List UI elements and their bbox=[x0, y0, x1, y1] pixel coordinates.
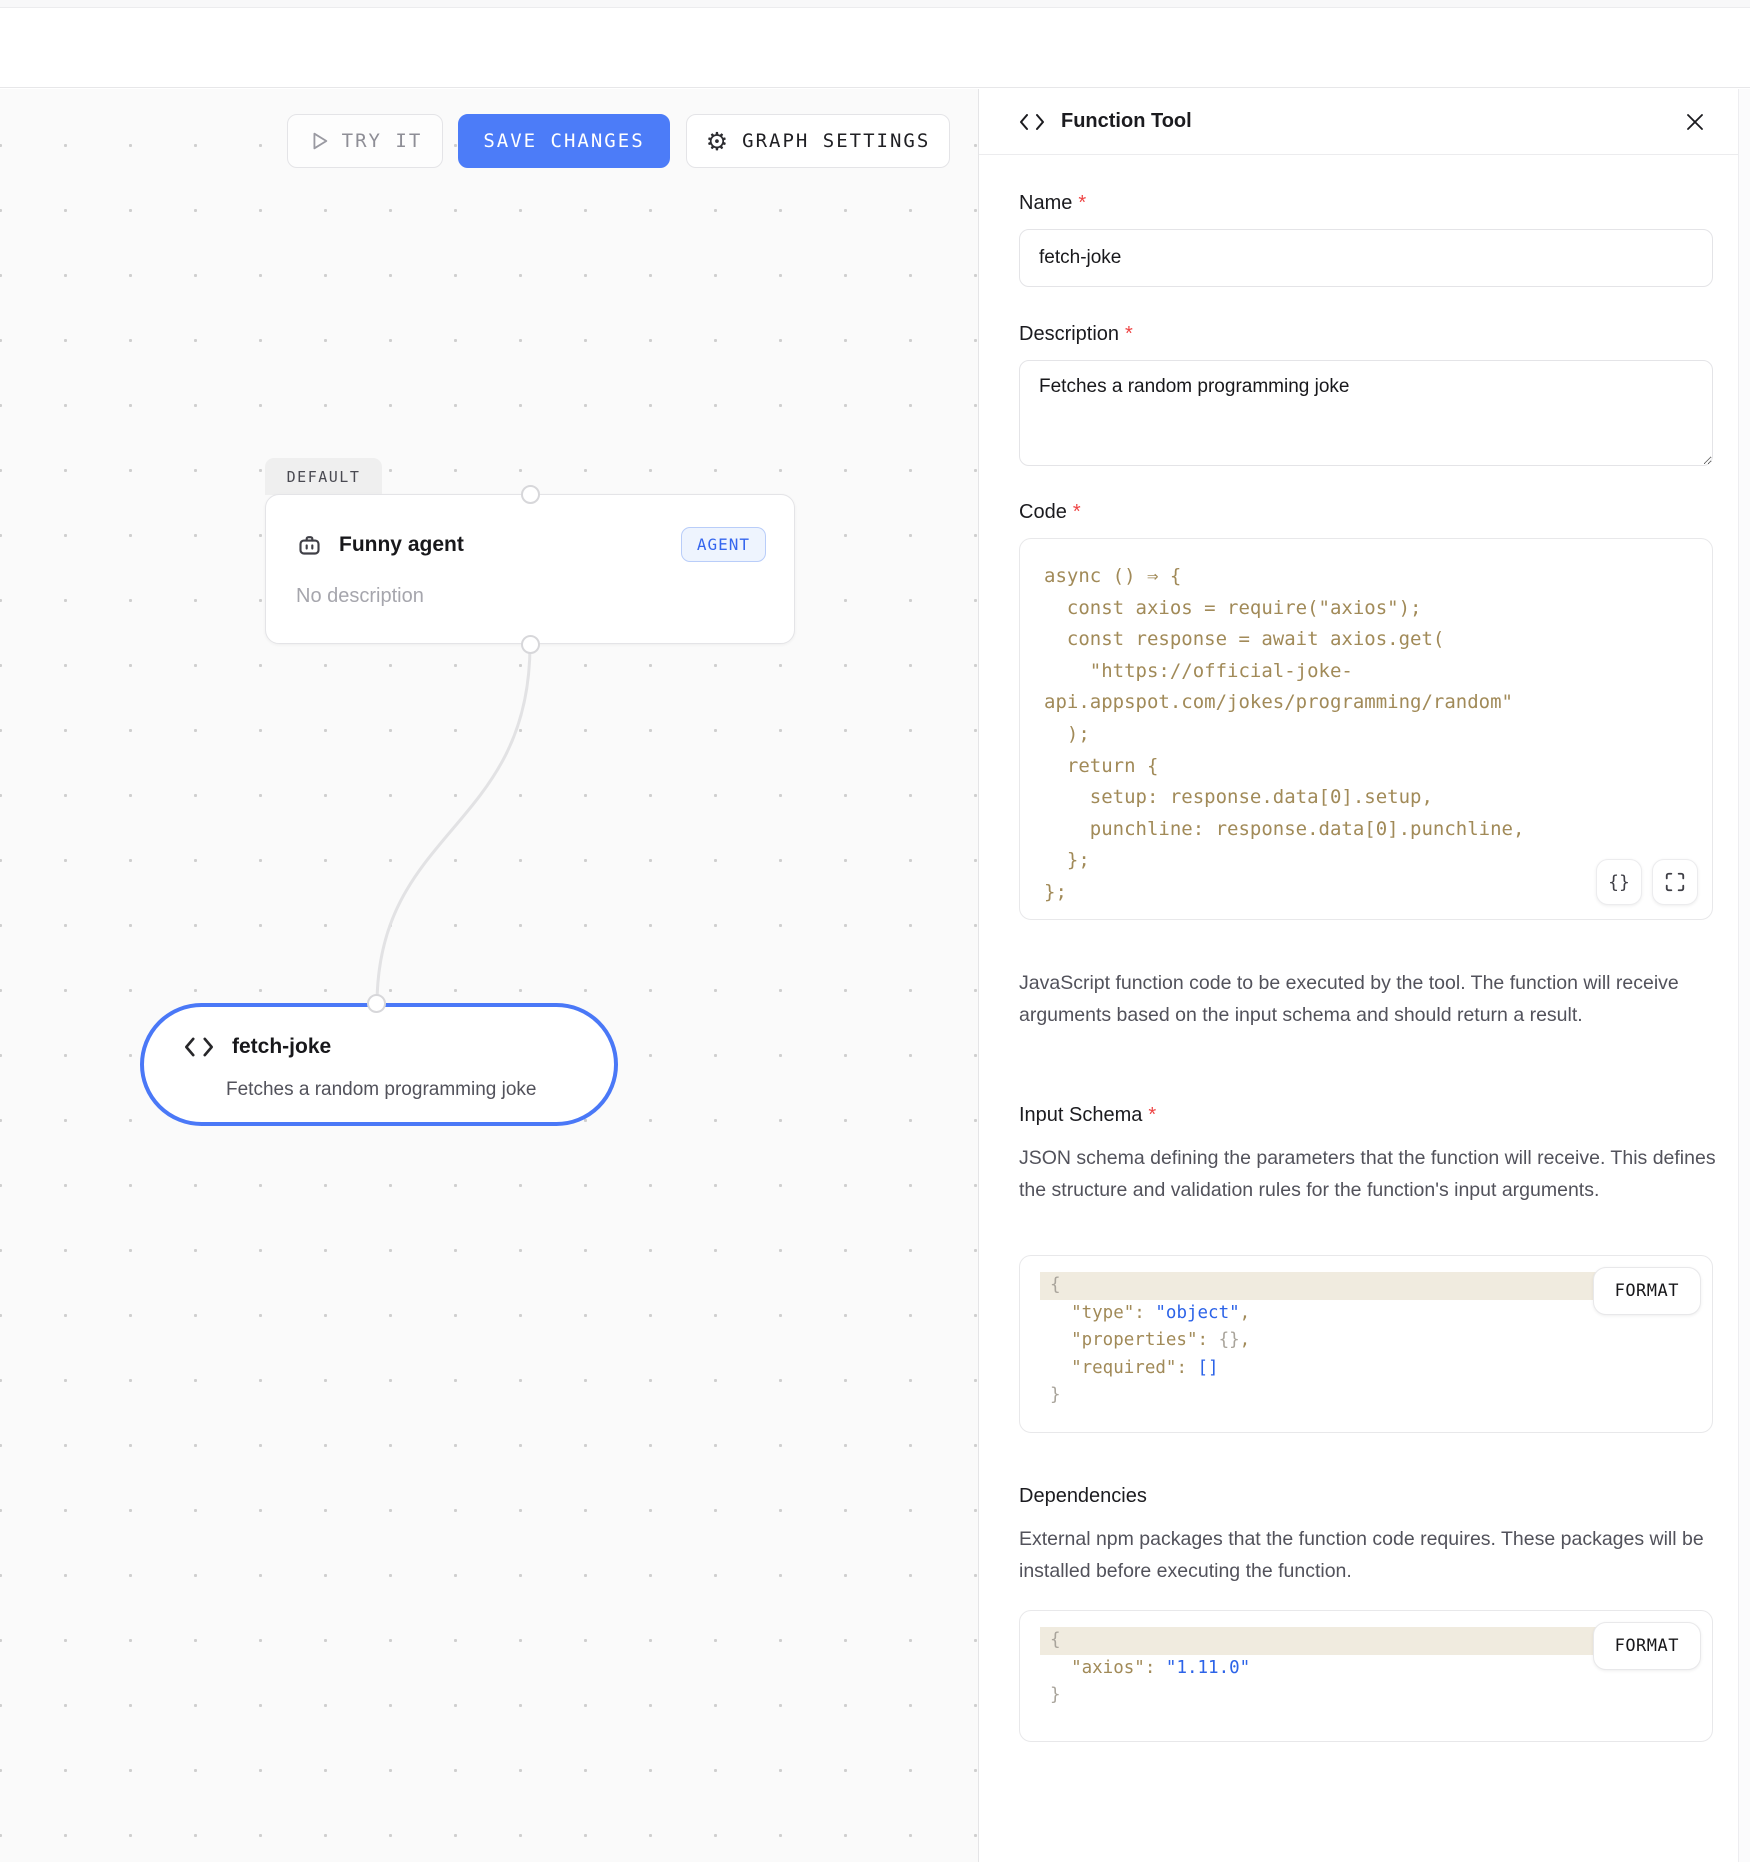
code-line: "required": [] bbox=[1040, 1355, 1682, 1383]
tool-node-description: Fetches a random programming joke bbox=[226, 1079, 536, 1101]
description-label: Description* bbox=[1019, 323, 1133, 346]
input-schema-help-text: JSON schema defining the parameters that… bbox=[1019, 1142, 1719, 1206]
code-brackets-icon bbox=[1019, 112, 1045, 132]
tool-node-title: fetch-joke bbox=[232, 1035, 331, 1059]
panel-header: Function Tool bbox=[979, 89, 1750, 155]
save-changes-label: SAVE CHANGES bbox=[483, 130, 644, 152]
robot-icon bbox=[296, 531, 323, 558]
try-it-label: TRY IT bbox=[342, 130, 423, 152]
name-label: Name* bbox=[1019, 192, 1086, 215]
description-textarea[interactable]: Fetches a random programming joke bbox=[1019, 360, 1713, 466]
code-brackets-icon bbox=[184, 1036, 214, 1058]
code-line: "properties": {}, bbox=[1040, 1327, 1682, 1355]
required-asterisk: * bbox=[1125, 323, 1133, 345]
top-strip bbox=[0, 0, 1750, 8]
code-line: { bbox=[1040, 1272, 1682, 1300]
agent-node-funny-agent[interactable]: Funny agent AGENT No description bbox=[265, 494, 795, 644]
try-it-button[interactable]: TRY IT bbox=[287, 114, 443, 168]
app-window: TRY IT SAVE CHANGES ⚙ GRAPH SETTINGS DEF… bbox=[0, 0, 1750, 1862]
code-help-text: JavaScript function code to be executed … bbox=[1019, 967, 1719, 1031]
tool-node-fetch-joke[interactable]: fetch-joke Fetches a random programming … bbox=[140, 1003, 618, 1126]
format-button[interactable]: FORMAT bbox=[1593, 1267, 1701, 1315]
required-asterisk: * bbox=[1148, 1104, 1156, 1126]
braces-button[interactable]: {} bbox=[1596, 859, 1642, 905]
code-line: { bbox=[1040, 1627, 1682, 1655]
code-line: "type": "object", bbox=[1040, 1300, 1682, 1328]
dependencies-label: Dependencies bbox=[1019, 1485, 1147, 1508]
input-schema-label: Input Schema* bbox=[1019, 1104, 1156, 1127]
code-line: } bbox=[1040, 1382, 1682, 1410]
agent-badge: AGENT bbox=[681, 527, 766, 562]
agent-node-description: No description bbox=[296, 585, 424, 608]
panel-title: Function Tool bbox=[1061, 110, 1192, 133]
edge-connector bbox=[0, 89, 978, 1862]
panel-scrollbar[interactable] bbox=[1738, 89, 1750, 1862]
group-tab-label: DEFAULT bbox=[287, 468, 361, 486]
agent-node-top-handle[interactable] bbox=[521, 485, 540, 504]
graph-settings-button[interactable]: ⚙ GRAPH SETTINGS bbox=[686, 114, 950, 168]
graph-canvas[interactable]: TRY IT SAVE CHANGES ⚙ GRAPH SETTINGS DEF… bbox=[0, 89, 978, 1862]
format-button[interactable]: FORMAT bbox=[1593, 1622, 1701, 1670]
dependencies-editor[interactable]: { "axios": "1.11.0"} FORMAT bbox=[1019, 1610, 1713, 1742]
dependencies-help-text: External npm packages that the function … bbox=[1019, 1523, 1719, 1587]
expand-icon[interactable] bbox=[1652, 859, 1698, 905]
play-icon bbox=[308, 130, 330, 152]
group-tab-default[interactable]: DEFAULT bbox=[265, 458, 382, 495]
tool-node-top-handle[interactable] bbox=[367, 994, 386, 1013]
input-schema-editor[interactable]: { "type": "object", "properties": {}, "r… bbox=[1019, 1255, 1713, 1433]
required-asterisk: * bbox=[1073, 501, 1081, 523]
code-label: Code* bbox=[1019, 501, 1081, 524]
graph-settings-label: GRAPH SETTINGS bbox=[742, 130, 930, 152]
gear-icon: ⚙ bbox=[706, 129, 730, 154]
code-editor[interactable]: async () ⇒ { const axios = require("axio… bbox=[1019, 538, 1713, 920]
save-changes-button[interactable]: SAVE CHANGES bbox=[458, 114, 670, 168]
code-line: "axios": "1.11.0" bbox=[1040, 1655, 1682, 1683]
required-asterisk: * bbox=[1078, 192, 1086, 214]
close-icon[interactable] bbox=[1680, 107, 1710, 137]
function-tool-panel: Function Tool Name* Description* Fetches… bbox=[978, 89, 1750, 1862]
agent-node-bottom-handle[interactable] bbox=[521, 635, 540, 654]
agent-node-title: Funny agent bbox=[339, 533, 464, 557]
header-bar bbox=[0, 9, 1750, 88]
name-input[interactable] bbox=[1019, 229, 1713, 287]
code-line: } bbox=[1040, 1682, 1682, 1710]
